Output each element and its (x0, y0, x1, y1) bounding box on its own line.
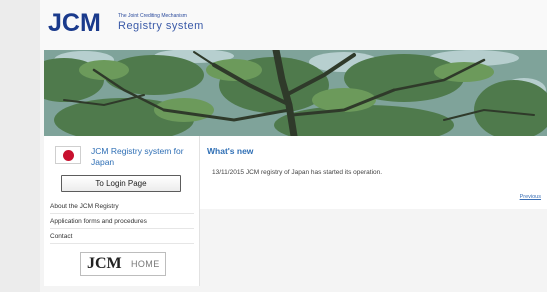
previous-link[interactable]: Previous (520, 194, 541, 200)
home-button[interactable]: JCM HOME (80, 252, 166, 276)
page: JCM The Joint Crediting Mechanism Regist… (40, 0, 547, 292)
japan-flag-icon (55, 146, 81, 164)
home-label: HOME (131, 259, 160, 269)
tree-banner-image (44, 50, 547, 136)
home-jcm-logo: JCM (87, 255, 122, 272)
site-header: JCM The Joint Crediting Mechanism Regist… (40, 0, 547, 50)
sidebar-item-about[interactable]: About the JCM Registry (50, 199, 194, 214)
logo-subtitle: Registry system (118, 20, 204, 32)
site-logo[interactable]: JCM (48, 8, 101, 38)
news-item: 13/11/2015 JCM registry of Japan has sta… (212, 169, 383, 176)
sidebar-item-application-forms[interactable]: Application forms and procedures (50, 214, 194, 229)
sidebar: JCM Registry system for Japan To Login P… (44, 136, 200, 286)
registry-title: JCM Registry system for Japan (91, 146, 184, 167)
banner-illustration (44, 50, 547, 136)
section-title: What's new (207, 146, 254, 156)
logo-tagline: The Joint Crediting Mechanism (118, 13, 187, 19)
sidebar-item-contact[interactable]: Contact (50, 229, 194, 244)
whats-new-panel: What's new 13/11/2015 JCM registry of Ja… (200, 136, 547, 209)
login-button[interactable]: To Login Page (61, 175, 181, 192)
sidebar-nav: About the JCM Registry Application forms… (50, 199, 194, 244)
